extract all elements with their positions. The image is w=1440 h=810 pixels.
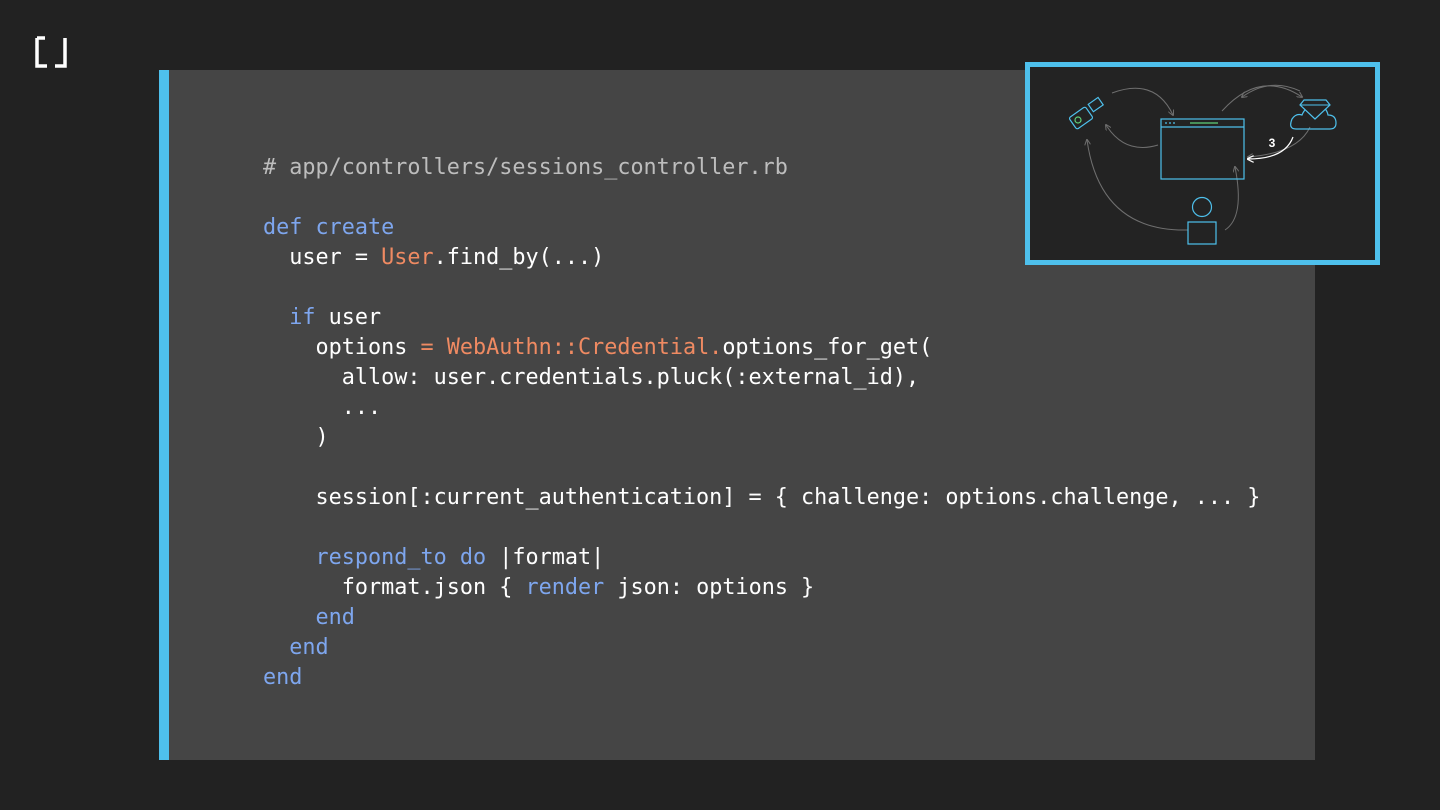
browser-window-icon <box>1160 118 1245 180</box>
code-token: # app/controllers/sessions_controller.rb <box>263 155 788 180</box>
code-line: if user <box>263 303 1260 333</box>
code-line: ) <box>263 423 1260 453</box>
code-token: ... <box>263 395 382 420</box>
code-token: ) <box>263 425 329 450</box>
code-token: |format| <box>486 545 605 570</box>
code-line: end <box>263 663 1260 693</box>
code-token: if <box>263 305 316 330</box>
code-token: end <box>263 605 355 630</box>
code-line: end <box>263 603 1260 633</box>
bracket-logo-icon <box>34 35 68 69</box>
webauthn-flow-diagram: 3 <box>1025 62 1380 265</box>
code-token: respond_to do <box>263 545 487 570</box>
code-line: options = WebAuthn::Credential.options_f… <box>263 333 1260 363</box>
code-token: end <box>263 665 303 690</box>
step-number-label: 3 <box>1269 136 1276 150</box>
flow-arrow <box>1221 85 1302 112</box>
flow-arrow <box>1224 167 1238 231</box>
security-key-icon <box>1068 96 1105 130</box>
code-token: session[:current_authentication] = { cha… <box>263 485 1261 510</box>
code-line: respond_to do |format| <box>263 543 1260 573</box>
code-token: options <box>263 335 421 360</box>
flow-arrow <box>1106 125 1159 148</box>
code-token: render <box>525 575 605 600</box>
code-line: allow: user.credentials.pluck(:external_… <box>263 363 1260 393</box>
code-token: user = <box>263 245 382 270</box>
code-token: def create <box>263 215 395 240</box>
user-icon <box>1187 196 1217 245</box>
code-token: json: options } <box>604 575 815 600</box>
cloud-gem-icon <box>1290 99 1337 130</box>
code-token: options_for_get( <box>722 335 933 360</box>
flow-arrow <box>1087 140 1189 231</box>
code-token: format.json { <box>263 575 526 600</box>
code-line: format.json { render json: options } <box>263 573 1260 603</box>
code-token: = WebAuthn::Credential. <box>420 335 723 360</box>
code-line: ... <box>263 393 1260 423</box>
flow-arrow <box>1111 87 1173 115</box>
code-line: end <box>263 633 1260 663</box>
code-token: .find_by(...) <box>433 245 605 270</box>
code-line: session[:current_authentication] = { cha… <box>263 483 1260 513</box>
code-token: user <box>315 305 382 330</box>
code-token: end <box>263 635 329 660</box>
code-token: User <box>381 245 434 270</box>
code-token: allow: user.credentials.pluck(:external_… <box>263 365 920 390</box>
